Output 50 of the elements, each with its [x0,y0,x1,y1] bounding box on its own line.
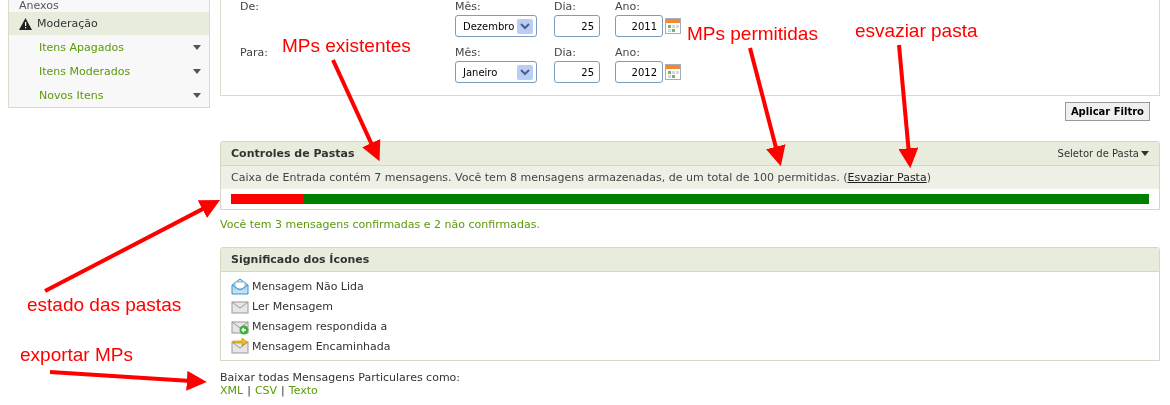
sidebar-section-header[interactable]: Moderação [9,12,209,35]
dropdown-icon [517,64,533,80]
warning-icon [19,17,32,30]
date-label: De: [240,0,259,13]
annotation-label: MPs permitidas [687,23,818,45]
caret-icon [193,92,201,98]
panel-title: Significado dos Ícones [231,253,370,266]
legend-label: Mensagem Não Lida [252,279,364,293]
folder-info-text: Caixa de Entrada contém 7 mensagens. Você tem 8 mensagens armazenadas, de um total de 100 permitidas. (Esvaziar Pasta) [231,171,931,184]
month-dropdown[interactable]: Dezembro [455,15,537,37]
folder-selector[interactable]: Seletor de Pasta [1057,148,1149,159]
year-field[interactable]: 2012 [615,61,663,83]
download-link[interactable]: XML [220,384,244,397]
sidebar-header-label: Moderação [37,17,98,30]
open-envelope-icon [231,277,249,295]
day-label: Dia: [554,46,577,59]
apply-filter-button[interactable]: Aplicar Filtro [1064,102,1150,121]
month-label: Mês: [455,46,482,59]
caret-icon [1141,151,1149,156]
legend-label: Ler Mensagem [252,299,333,313]
sidebar-item[interactable]: Anexos [19,0,59,12]
panel-title: Controles de Pastas [231,147,355,160]
calendar-icon[interactable] [665,18,681,34]
download-link[interactable]: Texto [288,384,318,397]
dropdown-icon [517,18,533,34]
envelope-arrow-icon [231,337,249,355]
separator: | [281,384,285,397]
empty-folder-link[interactable]: Esvaziar Pasta [847,171,927,184]
annotation-label: esvaziar pasta [855,20,978,42]
year-field[interactable]: 2011 [615,15,663,37]
caret-icon [193,44,201,50]
day-field[interactable]: 25 [554,61,600,83]
annotation-label: exportar MPs [20,344,133,366]
caret-icon [193,68,201,74]
month-label: Mês: [455,0,482,13]
legend-label: Mensagem respondida a [252,319,388,333]
calendar-icon[interactable] [665,64,681,80]
date-label: Para: [240,46,268,59]
annotation-label: estado das pastas [27,294,182,316]
legend-label: Mensagem Encaminhada [252,339,391,353]
year-label: Ano: [615,46,641,59]
separator: | [247,384,251,397]
year-label: Ano: [615,0,641,13]
day-label: Dia: [554,0,577,13]
annotation-label: MPs existentes [282,35,411,57]
day-field[interactable]: 25 [554,15,600,37]
download-label: Baixar todas Mensagens Particulares como: [220,371,462,384]
confirmation-note: Você tem 3 mensagens confirmadas e 2 não confirmadas. [220,218,541,231]
month-dropdown[interactable]: Janeiro [455,61,537,83]
download-link[interactable]: CSV [254,384,278,397]
